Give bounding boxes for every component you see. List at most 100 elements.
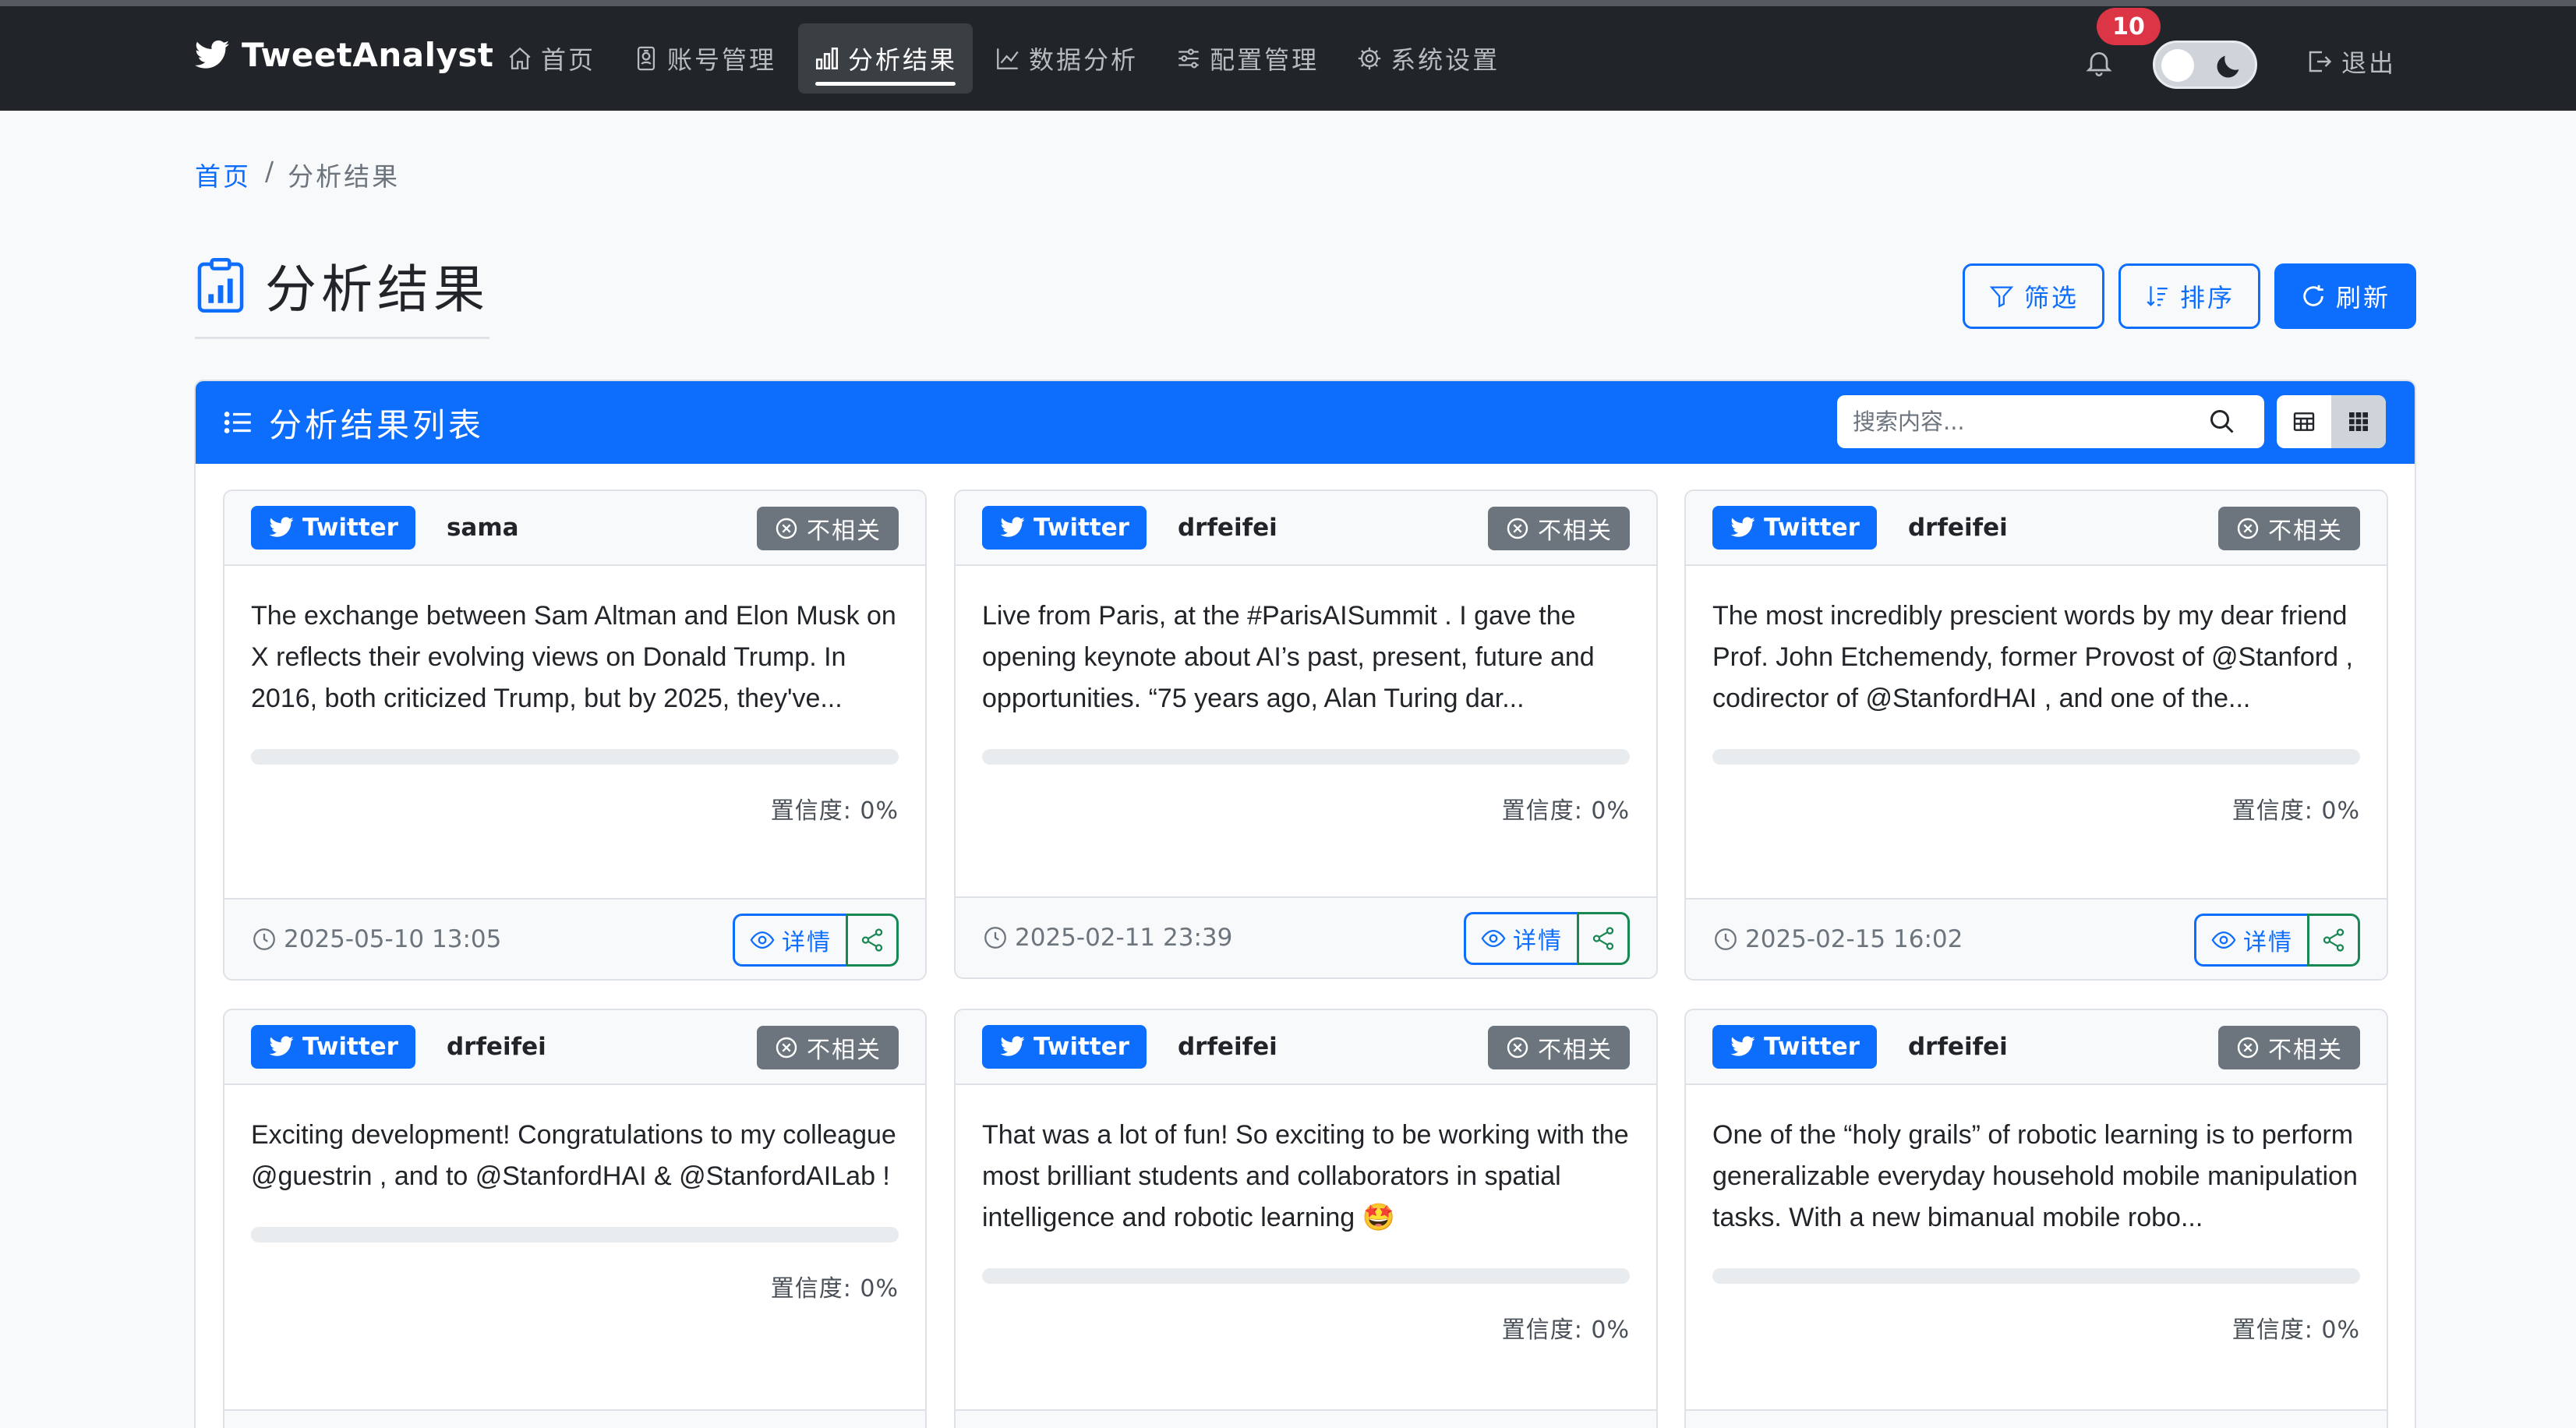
table-view-button[interactable]: [2277, 395, 2331, 448]
x-circle-icon: [1507, 1037, 1528, 1059]
funnel-icon: [1989, 286, 2014, 308]
author-name[interactable]: sama: [447, 514, 519, 542]
status-badge: 不相关: [2218, 1026, 2360, 1069]
breadcrumb-separator: /: [265, 156, 274, 186]
author-name[interactable]: drfeifei: [1178, 514, 1277, 542]
logout-link[interactable]: 退出: [2306, 44, 2396, 80]
card-body: One of the “holy grails” of robotic lear…: [1686, 1085, 2387, 1345]
author-name[interactable]: drfeifei: [1178, 1033, 1277, 1061]
status-label: 不相关: [1538, 518, 1613, 545]
platform-badge: Twitter: [1712, 1025, 1877, 1069]
card-header: Twitter drfeifei 不相关: [1686, 491, 2387, 566]
author-name[interactable]: drfeifei: [1908, 514, 2008, 542]
x-circle-icon: [1507, 518, 1528, 539]
card-footer: 2025-05-10 13:05 详情: [224, 898, 925, 979]
timestamp: 2025-02-11 23:39: [982, 924, 1232, 952]
home-icon: [509, 47, 531, 69]
moon-icon: [2217, 55, 2239, 78]
author-name[interactable]: drfeifei: [1908, 1033, 2008, 1061]
card-body: The exchange between Sam Altman and Elon…: [224, 566, 925, 825]
confidence-progress: [251, 749, 899, 765]
card-footer: [224, 1409, 925, 1428]
twitter-bird-icon: [269, 517, 294, 537]
brand[interactable]: TweetAnalyst: [193, 36, 493, 74]
card-body: Exciting development! Congratulations to…: [224, 1085, 925, 1303]
share-button[interactable]: [846, 914, 899, 967]
timestamp-text: 2025-02-15 16:02: [1745, 925, 1963, 953]
x-circle-icon: [2237, 518, 2259, 539]
confidence-label: 置信度: 0%: [1501, 1317, 1630, 1344]
x-circle-icon: [776, 518, 797, 539]
grid-icon: [2349, 412, 2368, 431]
view-toggle: [2277, 395, 2386, 448]
twitter-bird-icon: [195, 40, 229, 69]
list-icon: [224, 412, 251, 433]
card-footer: 2025-02-15 16:02 详情: [1686, 898, 2387, 979]
nav-item-accounts[interactable]: 账号管理: [617, 23, 792, 94]
eye-icon: [750, 931, 775, 949]
detail-button[interactable]: 详情: [2194, 914, 2307, 967]
confidence-label: 置信度: 0%: [2231, 797, 2360, 825]
person-badge-icon: [637, 46, 655, 71]
sort-button[interactable]: 排序: [2118, 263, 2260, 329]
tweet-text: The exchange between Sam Altman and Elon…: [251, 601, 896, 713]
refresh-icon: [2303, 285, 2323, 306]
notification-badge: 10: [2097, 8, 2161, 45]
breadcrumb: 首页 / 分析结果: [195, 156, 400, 193]
page-title: 分析结果: [195, 248, 489, 339]
gear-icon: [1358, 47, 1381, 70]
refresh-button[interactable]: 刷新: [2274, 263, 2416, 329]
confidence-progress: [1712, 749, 2360, 765]
filter-label: 筛选: [2023, 283, 2079, 313]
share-icon: [1592, 927, 1614, 950]
nav-item-results[interactable]: 分析结果: [798, 23, 974, 94]
card-header: Twitter sama 不相关: [224, 491, 925, 566]
card-footer: [1686, 1409, 2387, 1428]
bell-icon[interactable]: [2083, 47, 2115, 78]
theme-toggle[interactable]: [2153, 41, 2257, 89]
nav-item-home[interactable]: 首页: [491, 23, 611, 94]
confidence-label: 置信度: 0%: [2231, 1317, 2360, 1344]
status-badge: 不相关: [757, 507, 899, 550]
status-badge: 不相关: [757, 1026, 899, 1069]
search-box: [1837, 395, 2264, 448]
nav-label: 数据分析: [1029, 45, 1139, 75]
eye-icon: [1481, 929, 1506, 948]
breadcrumb-home-link[interactable]: 首页: [195, 156, 251, 193]
share-icon: [861, 928, 883, 952]
panel-header: 分析结果列表: [196, 381, 2415, 464]
nav-item-settings[interactable]: 系统设置: [1341, 23, 1515, 94]
nav-item-config[interactable]: 配置管理: [1160, 23, 1334, 94]
logout-icon: [2309, 51, 2332, 72]
share-button[interactable]: [2307, 914, 2360, 967]
tweet-text: The most incredibly prescient words by m…: [1712, 601, 2353, 713]
nav-item-data-analysis[interactable]: 数据分析: [979, 23, 1154, 94]
sort-label: 排序: [2179, 283, 2235, 313]
grid-view-button[interactable]: [2331, 395, 2386, 448]
filter-button[interactable]: 筛选: [1963, 263, 2104, 329]
author-name[interactable]: drfeifei: [447, 1033, 546, 1061]
timestamp: 2025-05-10 13:05: [251, 925, 501, 953]
search-icon[interactable]: [2208, 408, 2236, 436]
detail-button[interactable]: 详情: [1464, 912, 1577, 965]
platform-label: Twitter: [1034, 514, 1129, 542]
platform-label: Twitter: [1034, 1033, 1129, 1061]
clock-icon: [1715, 928, 1737, 950]
bar-chart-icon: [816, 47, 839, 70]
card-actions: 详情: [1464, 912, 1630, 965]
platform-label: Twitter: [1764, 1033, 1860, 1061]
detail-button[interactable]: 详情: [733, 914, 846, 967]
card-body: That was a lot of fun! So exciting to be…: [956, 1085, 1656, 1345]
share-button[interactable]: [1577, 912, 1630, 965]
platform-badge: Twitter: [251, 1025, 415, 1069]
search-input[interactable]: [1837, 408, 2203, 435]
status-badge: 不相关: [1488, 1026, 1630, 1069]
x-circle-icon: [776, 1037, 797, 1059]
result-card: Twitter drfeifei 不相关 The most incredibly…: [1684, 490, 2388, 981]
twitter-bird-icon: [1000, 1036, 1025, 1056]
card-footer: 2025-02-11 23:39 详情: [956, 896, 1656, 977]
twitter-bird-icon: [1000, 517, 1025, 537]
status-badge: 不相关: [2218, 507, 2360, 550]
confidence-label: 置信度: 0%: [770, 797, 899, 825]
line-chart-icon: [997, 48, 1019, 69]
